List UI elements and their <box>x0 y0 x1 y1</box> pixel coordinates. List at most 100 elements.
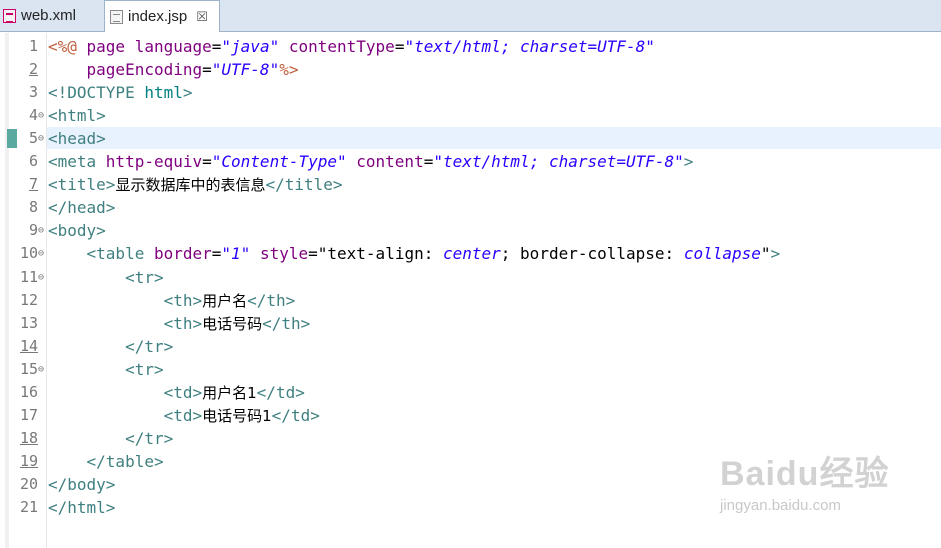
code-token: collapse <box>683 244 761 264</box>
code-token: </td> <box>256 382 305 402</box>
code-text: pageEncoding="UTF-8"%> <box>48 58 299 81</box>
fold-toggle-icon[interactable]: ⊖ <box>38 358 47 381</box>
line-number: 10 <box>19 244 38 263</box>
fold-toggle-icon[interactable]: ⊖ <box>38 104 47 127</box>
fold-toggle-icon[interactable]: ⊖ <box>38 266 47 289</box>
code-line[interactable]: 13 <th>电话号码</th> <box>0 312 941 335</box>
xml-file-icon <box>3 8 16 23</box>
code-token: <tr> <box>125 359 164 379</box>
code-text: </body> <box>48 473 115 496</box>
code-token: 用户名1 <box>202 383 257 402</box>
code-token: <tr> <box>125 267 164 287</box>
code-token: <th> <box>163 313 203 333</box>
code-token: <head> <box>48 129 106 149</box>
code-line[interactable]: 7 <title>显示数据库中的表信息</title> <box>0 173 941 196</box>
code-token: <!DOCTYPE <box>48 83 145 103</box>
code-line[interactable]: 6 <meta http-equiv="Content-Type" content… <box>0 150 941 173</box>
close-icon[interactable]: ☒ <box>196 9 208 25</box>
code-text: <html> <box>48 104 106 127</box>
code-token: </th> <box>262 313 311 333</box>
watermark-url: jingyan.baidu.com <box>720 497 841 514</box>
code-text: <td>用户名1</td> <box>48 381 305 405</box>
jsp-file-icon <box>110 9 123 24</box>
code-token: <meta <box>48 152 106 172</box>
code-token: <td> <box>163 382 203 402</box>
tab-label: index.jsp <box>128 8 188 25</box>
code-line[interactable]: 8 </head> <box>0 196 941 219</box>
code-token: </td> <box>271 405 320 425</box>
code-line[interactable]: 2 pageEncoding="UTF-8"%> <box>0 58 941 81</box>
code-token: page <box>86 37 135 56</box>
code-token: <title> <box>48 175 116 195</box>
code-token: center <box>442 244 501 264</box>
fold-toggle-icon[interactable]: ⊖ <box>38 242 47 265</box>
fold-toggle-icon[interactable]: ⊖ <box>38 127 47 150</box>
code-token: contentType <box>288 37 395 56</box>
line-number: 13 <box>19 313 38 332</box>
code-text: </tr> <box>48 427 173 450</box>
code-token: http-equiv <box>105 152 203 172</box>
code-token: 电话号码1 <box>202 406 272 425</box>
line-number: 15 <box>19 359 38 378</box>
code-token: <%@ <box>48 37 87 56</box>
code-token: <html> <box>48 106 106 126</box>
code-token: = <box>202 152 212 172</box>
code-text: <th>电话号码</th> <box>48 312 311 336</box>
code-line[interactable]: 4 ⊖ <html> <box>0 104 941 127</box>
code-line[interactable]: 12 <th>用户名</th> <box>0 289 941 312</box>
tab-label: web.xml <box>21 7 77 24</box>
code-line[interactable]: 11 ⊖ <tr> <box>0 266 941 289</box>
code-line[interactable]: 14 </tr> <box>0 335 941 358</box>
line-number: 7 <box>28 175 38 194</box>
code-line[interactable]: 3 <!DOCTYPE html> <box>0 81 941 104</box>
code-token: = <box>211 37 222 56</box>
tab-web-xml[interactable]: web.xml <box>0 0 100 31</box>
code-line[interactable]: 9 ⊖ <body> <box>0 219 941 242</box>
code-text: <!DOCTYPE html> <box>48 81 193 104</box>
code-token: style <box>259 244 309 264</box>
line-number: 1 <box>28 37 38 55</box>
code-token: "Content-Type" <box>211 152 347 172</box>
fold-toggle-icon[interactable]: ⊖ <box>38 219 47 242</box>
line-number: 9 <box>28 221 38 240</box>
code-token: border <box>153 244 212 264</box>
code-line[interactable]: 16 <td>用户名1</td> <box>0 381 941 404</box>
code-line[interactable]: 15 ⊖ <tr> <box>0 358 941 381</box>
code-token: > <box>683 152 694 172</box>
line-number: 17 <box>19 405 38 424</box>
code-token: language <box>134 37 212 56</box>
code-token: content <box>356 152 424 172</box>
code-line[interactable]: 10 ⊖ <table border="1" style="text-align:… <box>0 242 941 265</box>
code-token: "text/html; charset=UTF-8" <box>433 152 684 172</box>
code-line[interactable]: 5 ⊖ <head> <box>0 127 941 150</box>
line-number: 4 <box>28 106 38 125</box>
code-token: html <box>144 83 183 103</box>
line-number: 5 <box>28 129 38 148</box>
code-token: > <box>182 83 193 103</box>
code-token: " <box>760 244 771 264</box>
line-number: 6 <box>28 152 38 171</box>
tab-index-jsp[interactable]: index.jsp ☒ <box>104 0 220 32</box>
code-token: <td> <box>163 405 203 425</box>
line-number: 19 <box>19 451 38 470</box>
code-token: </tr> <box>125 336 174 356</box>
code-token: "java" <box>221 37 280 56</box>
code-token: </title> <box>265 175 343 195</box>
code-token: </tr> <box>125 428 174 448</box>
code-token: > <box>770 244 781 264</box>
code-token: "text/html; charset=UTF-8" <box>404 37 655 56</box>
code-line[interactable]: 17 <td>电话号码1</td> <box>0 404 941 427</box>
code-text: </html> <box>48 496 115 519</box>
code-token: = <box>202 60 212 80</box>
code-line[interactable]: 1 <%@ page language="java" contentType="t… <box>0 35 941 58</box>
